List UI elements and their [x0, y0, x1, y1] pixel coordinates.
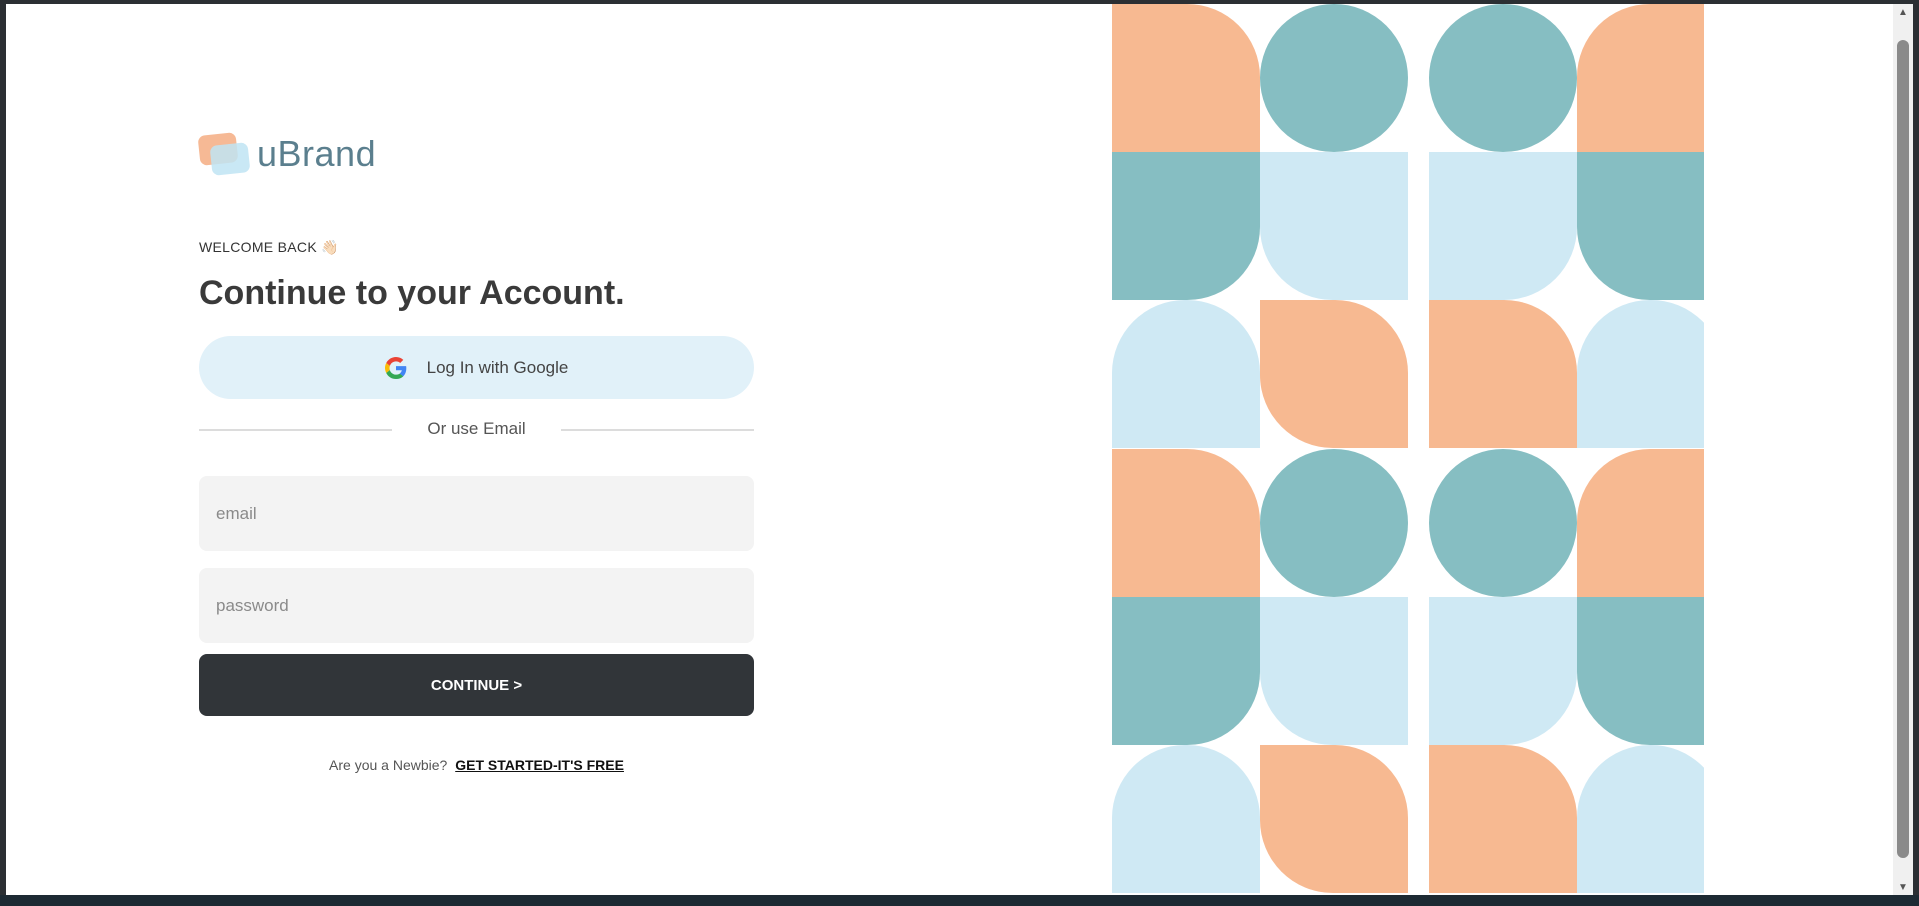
- google-login-label: Log In with Google: [426, 357, 569, 377]
- welcome-label: WELCOME BACK 👋🏻: [199, 239, 339, 255]
- scroll-down-arrow-icon[interactable]: ▼: [1893, 879, 1913, 895]
- divider-line-right: [561, 429, 754, 431]
- page-title: Continue to your Account.: [199, 274, 625, 312]
- browser-viewport: uBrand WELCOME BACK 👋🏻 Continue to your …: [6, 4, 1893, 895]
- password-field[interactable]: [199, 568, 754, 643]
- brand-logo-icon: [197, 130, 253, 178]
- get-started-link[interactable]: GET STARTED-IT'S FREE: [455, 757, 624, 773]
- decorative-pattern: [1112, 4, 1704, 895]
- google-icon: [384, 356, 406, 379]
- brand-name: uBrand: [257, 133, 377, 174]
- desktop-frame: uBrand WELCOME BACK 👋🏻 Continue to your …: [0, 0, 1919, 906]
- continue-button[interactable]: CONTINUE >: [199, 654, 754, 716]
- scroll-up-arrow-icon[interactable]: ▲: [1893, 4, 1913, 20]
- pattern-graphic: [1112, 4, 1704, 893]
- signup-prompt-text: Are you a Newbie?: [329, 757, 448, 773]
- email-field[interactable]: [199, 476, 754, 551]
- signup-prompt: Are you a Newbie? GET STARTED-IT'S FREE: [199, 757, 754, 773]
- vertical-scrollbar[interactable]: ▲ ▼: [1893, 4, 1913, 895]
- brand-logo[interactable]: uBrand: [197, 130, 377, 178]
- google-login-button[interactable]: Log In with Google: [199, 336, 754, 399]
- taskbar-strip: [0, 895, 1919, 906]
- or-divider: Or use Email: [199, 419, 754, 441]
- logo-square-blue: [209, 142, 251, 176]
- scroll-thumb[interactable]: [1897, 40, 1909, 858]
